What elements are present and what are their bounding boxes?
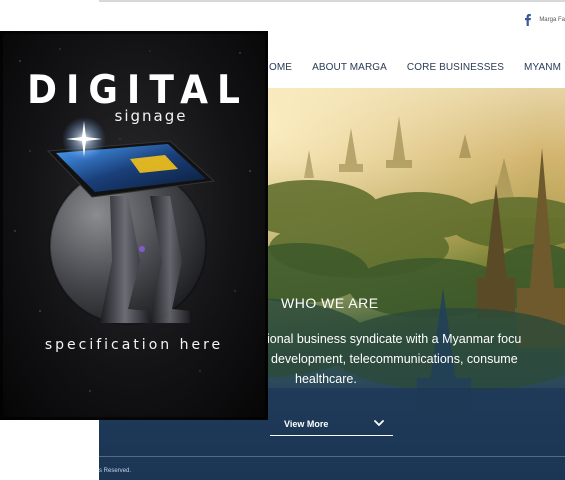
copyright-text: s Reserved. xyxy=(99,468,132,474)
screenshot-stage: Marga Fa OME ABOUT MARGA CORE BUSINESSES… xyxy=(0,0,565,480)
poster-title: DIGITAL xyxy=(27,68,249,113)
top-border xyxy=(99,0,565,2)
facebook-label: Marga Fa xyxy=(539,17,565,23)
chevron-down-icon xyxy=(374,420,384,426)
nav-item-home[interactable]: OME xyxy=(269,62,292,73)
poster-caption: specification here xyxy=(44,337,224,353)
hero-description-line: development, telecommunications, consume xyxy=(271,352,518,366)
view-more-button[interactable]: View More xyxy=(270,412,393,436)
hero-description-line: healthcare. xyxy=(295,372,357,386)
nav-item-myanmar[interactable]: MYANM xyxy=(524,62,561,73)
poster-subtitle: signage xyxy=(114,107,188,125)
digital-signage-poster: DIGITAL signage specification here xyxy=(0,31,268,420)
hero-description-line: ional business syndicate with a Myanmar … xyxy=(267,332,522,346)
nav-item-core-businesses[interactable]: CORE BUSINESSES xyxy=(407,62,504,73)
view-more-label: View More xyxy=(284,418,329,429)
hero-heading: WHO WE ARE xyxy=(281,295,379,311)
footer-divider xyxy=(99,456,565,457)
nav-item-about-marga[interactable]: ABOUT MARGA xyxy=(312,62,387,73)
facebook-icon xyxy=(525,14,532,26)
social-link-facebook[interactable]: Marga Fa xyxy=(523,14,565,26)
